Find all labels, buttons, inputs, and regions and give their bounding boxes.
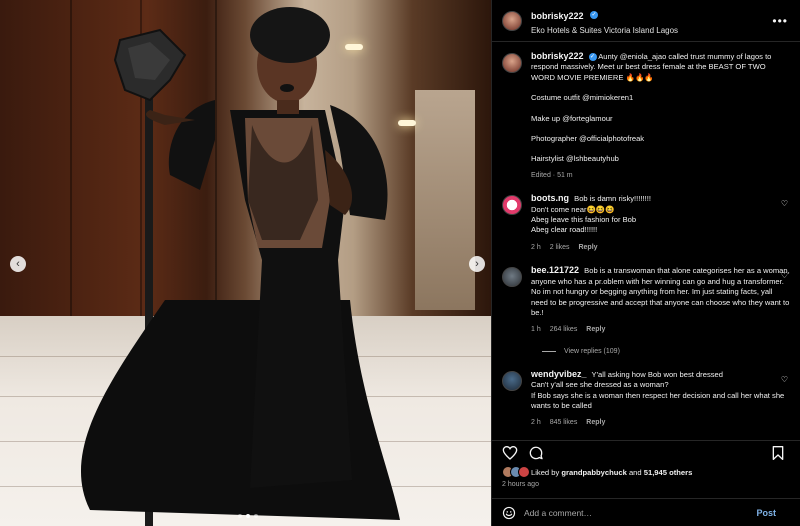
- verified-badge-icon: ✓: [588, 53, 597, 61]
- comment-item: wendyvibez_ Y'all asking how Bob won bes…: [502, 369, 790, 429]
- more-options-button[interactable]: •••: [772, 14, 788, 28]
- reply-button[interactable]: Reply: [578, 244, 597, 251]
- carousel-dot-active: [246, 514, 250, 518]
- post-image[interactable]: ‹ ›: [0, 0, 491, 526]
- comment-likes[interactable]: 845 likes: [550, 419, 578, 426]
- caption-credit: Photographer @officialphotofreak: [531, 134, 645, 144]
- likes-connector: and: [628, 467, 642, 477]
- commenter-username[interactable]: wendyvibez_: [531, 369, 587, 379]
- carousel-prev-button[interactable]: ‹: [10, 256, 26, 272]
- liker-avatars: [502, 466, 530, 478]
- like-heart-icon[interactable]: [502, 445, 518, 461]
- comment-item: boots.ng Bob is damn risky!!!!!!!! Don't…: [502, 193, 790, 253]
- caption-username[interactable]: bobrisky222: [531, 51, 584, 61]
- commenter-username[interactable]: boots.ng: [531, 193, 569, 203]
- comment-input[interactable]: [524, 507, 757, 518]
- comment-likes[interactable]: 264 likes: [550, 326, 578, 333]
- author-username[interactable]: bobrisky222: [531, 11, 584, 21]
- carousel-dot: [254, 514, 258, 518]
- like-comment-heart-icon[interactable]: ♡: [781, 271, 788, 280]
- post-actions-bar: [492, 440, 800, 464]
- carousel-next-button[interactable]: ›: [469, 256, 485, 272]
- comment-item: bee.121722 Bob is a transwoman that alon…: [502, 265, 790, 335]
- comment-time: 1 h: [531, 326, 541, 334]
- comment-time: 2 h: [531, 419, 541, 427]
- commenter-avatar[interactable]: [502, 370, 522, 391]
- emoji-icon[interactable]: [502, 506, 516, 520]
- caption-credit: Hairstylist @lshbeautyhub: [531, 154, 619, 164]
- comment-bubble-icon[interactable]: [528, 445, 544, 461]
- post-header: bobrisky222 ✓ Eko Hotels & Suites Victor…: [492, 0, 800, 42]
- edited-label: Edited · 51 m: [531, 171, 573, 179]
- comment-text: Bob is damn risky!!!!!!!!: [574, 194, 651, 204]
- view-replies-button[interactable]: View replies (109): [542, 348, 790, 355]
- comments-scroll-area[interactable]: bobrisky222 ✓ Aunty @eniola_ajao called t…: [492, 43, 800, 440]
- comment-text: Y'all asking how Bob won best dressed: [591, 369, 723, 379]
- carousel-indicator: [238, 514, 258, 518]
- comment-text: Can't y'all see she dressed as a woman?: [531, 380, 669, 390]
- comment-text: Abeg leave this fashion for Bob: [531, 215, 637, 225]
- comment-time: 2 h: [531, 243, 541, 251]
- verified-badge-icon: ✓: [589, 10, 598, 19]
- woman-in-black-gown-figure: [80, 7, 400, 526]
- caption-credit: Costume outfit @mimiokeren1: [531, 93, 634, 103]
- commenter-avatar[interactable]: [502, 267, 522, 288]
- bookmark-icon[interactable]: [770, 445, 786, 461]
- reply-button[interactable]: Reply: [586, 326, 605, 333]
- comment-text: Don't come near😆😆😆: [531, 204, 615, 214]
- add-comment-bar: Post: [492, 498, 800, 526]
- post-details-panel: bobrisky222 ✓ Eko Hotels & Suites Victor…: [491, 0, 800, 526]
- carousel-dot: [238, 514, 242, 518]
- commenter-username[interactable]: bee.121722: [531, 265, 579, 275]
- comment-likes[interactable]: 2 likes: [550, 244, 570, 251]
- reply-button[interactable]: Reply: [586, 419, 605, 426]
- comment-text: Abeg clear road!!!!!!: [531, 225, 598, 235]
- likes-count[interactable]: 51,945 others: [644, 468, 693, 477]
- chevron-right-icon: ›: [475, 258, 479, 270]
- replies-divider: [542, 350, 556, 352]
- like-comment-heart-icon[interactable]: ♡: [781, 199, 788, 208]
- caption-credit: Make up @forteglamour: [531, 113, 613, 123]
- ellipsis-icon: •••: [772, 14, 788, 28]
- liker-username[interactable]: grandpabbychuck: [561, 468, 626, 477]
- likes-prefix: Liked by: [531, 467, 560, 477]
- post-comment-button[interactable]: Post: [756, 508, 776, 518]
- author-avatar[interactable]: [502, 10, 522, 31]
- likes-summary: Liked by grandpabbychuck and 51,945 othe…: [502, 466, 790, 478]
- comment-text: If Bob says she is a woman then respect …: [531, 390, 785, 410]
- like-comment-heart-icon[interactable]: ♡: [781, 375, 788, 384]
- author-avatar[interactable]: [502, 53, 522, 73]
- view-replies-label: View replies (109): [564, 347, 620, 355]
- commenter-avatar[interactable]: [502, 195, 522, 216]
- post-caption: bobrisky222 ✓ Aunty @eniola_ajao called t…: [502, 51, 790, 181]
- chevron-left-icon: ‹: [16, 258, 20, 270]
- post-location[interactable]: Eko Hotels & Suites Victoria Island Lago…: [531, 26, 678, 35]
- post-timestamp[interactable]: 2 hours ago: [502, 481, 539, 488]
